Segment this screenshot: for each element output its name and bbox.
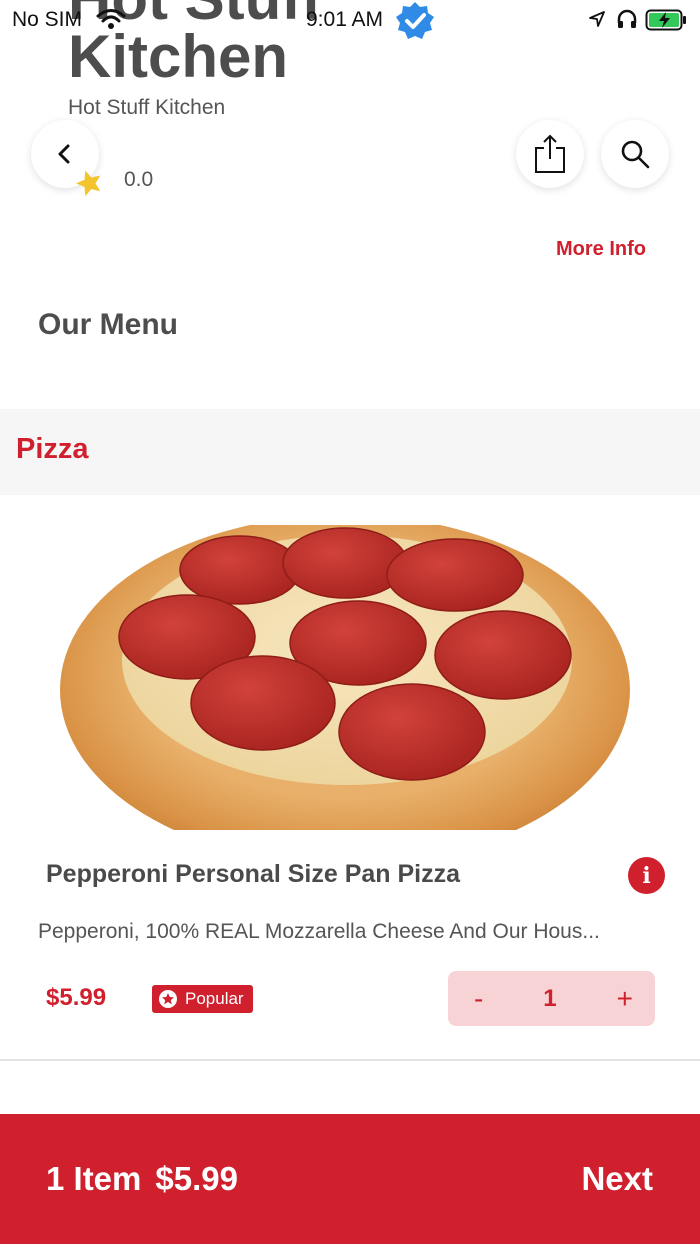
category-label: Pizza bbox=[16, 433, 89, 465]
verified-icon bbox=[394, 0, 436, 47]
decrement-button[interactable]: - bbox=[474, 983, 483, 1015]
star-icon bbox=[74, 168, 104, 201]
cart-total: $5.99 bbox=[155, 1160, 238, 1197]
item-description: Pepperoni, 100% REAL Mozzarella Cheese A… bbox=[38, 920, 600, 943]
status-bar: No SIM 9:01 AM bbox=[0, 0, 700, 40]
info-icon[interactable]: i bbox=[628, 857, 665, 894]
restaurant-subtitle: Hot Stuff Kitchen bbox=[68, 96, 226, 119]
cart-item-count: 1 Item bbox=[46, 1160, 142, 1197]
item-divider bbox=[0, 1059, 700, 1061]
quantity-stepper: - 1 + bbox=[448, 971, 655, 1026]
battery-icon bbox=[645, 8, 689, 37]
cart-summary: 1 Item $5.99 bbox=[46, 1160, 238, 1198]
status-time: 9:01 AM bbox=[306, 8, 384, 31]
item-price: $5.99 bbox=[46, 984, 107, 1011]
search-icon bbox=[621, 140, 650, 169]
item-name[interactable]: Pepperoni Personal Size Pan Pizza bbox=[46, 860, 460, 889]
share-icon bbox=[535, 134, 565, 173]
wifi-icon bbox=[96, 8, 126, 35]
popular-badge-label: Popular bbox=[185, 989, 244, 1008]
rating-value: 0.0 bbox=[124, 168, 154, 191]
cart-bar[interactable]: 1 Item $5.99 Next bbox=[0, 1114, 700, 1244]
share-button[interactable] bbox=[516, 120, 584, 188]
search-button[interactable] bbox=[601, 120, 669, 188]
next-button[interactable]: Next bbox=[581, 1160, 653, 1198]
back-chevron-icon bbox=[58, 144, 70, 164]
menu-heading: Our Menu bbox=[38, 308, 178, 341]
headphones-icon bbox=[616, 8, 638, 35]
category-header[interactable]: Pizza bbox=[0, 409, 700, 495]
more-info-link[interactable]: More Info bbox=[556, 238, 646, 261]
increment-button[interactable]: + bbox=[617, 983, 633, 1015]
popular-badge: Popular bbox=[152, 985, 253, 1013]
item-image[interactable] bbox=[55, 525, 645, 830]
star-badge-icon bbox=[158, 989, 178, 1009]
quantity-value: 1 bbox=[543, 984, 557, 1012]
location-arrow-icon bbox=[588, 10, 606, 33]
carrier-label: No SIM bbox=[12, 8, 83, 31]
